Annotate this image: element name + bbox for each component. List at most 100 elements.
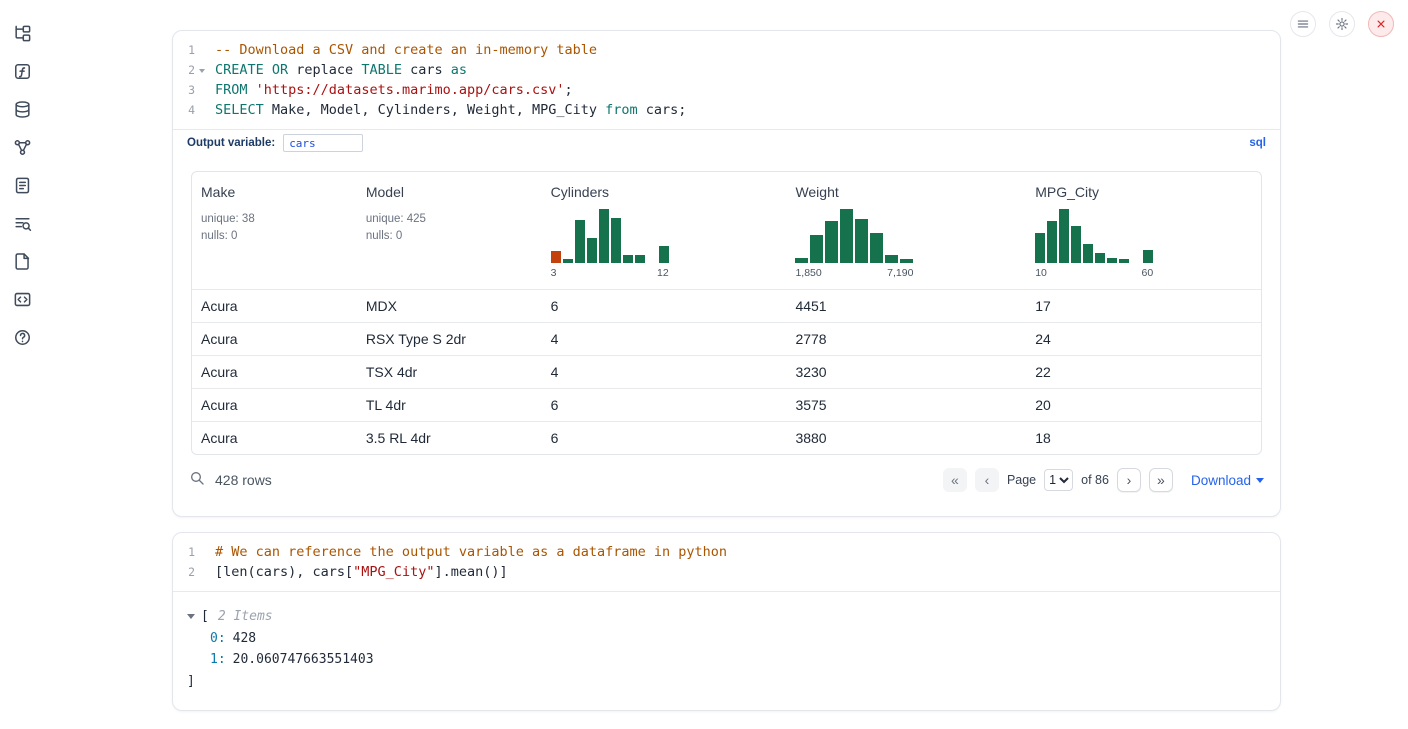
gear-icon	[1335, 17, 1349, 31]
column-header-cylinders[interactable]: Cylinders 3 12	[542, 184, 787, 279]
histogram-bar	[855, 219, 868, 263]
weight-histogram[interactable]	[795, 209, 913, 263]
tree-entry: 1:20.060747663551403	[187, 649, 1266, 671]
database-icon[interactable]	[11, 98, 33, 120]
line-number: 3	[188, 83, 195, 97]
python-cell: 1 # We can reference the output variable…	[172, 532, 1281, 711]
dependency-graph-icon[interactable]	[11, 136, 33, 158]
axis-min: 3	[551, 267, 557, 279]
menu-button[interactable]	[1290, 11, 1316, 37]
page-total: of 86	[1081, 473, 1109, 487]
search-icon[interactable]	[189, 470, 205, 491]
function-icon[interactable]	[11, 60, 33, 82]
axis-max: 7,190	[887, 267, 913, 279]
code-segment: ;	[565, 82, 573, 98]
histogram-bar	[795, 258, 808, 263]
code-line: 1 -- Download a CSV and create an in-mem…	[173, 40, 1280, 60]
column-header-model[interactable]: Model unique: 425 nulls: 0	[357, 184, 542, 279]
prev-page-button[interactable]: ‹	[975, 468, 999, 492]
first-page-button[interactable]: «	[943, 468, 967, 492]
histogram-bar	[1095, 253, 1105, 263]
page-select[interactable]: 1	[1044, 469, 1073, 491]
collapse-chevron-icon[interactable]	[187, 614, 195, 619]
help-icon[interactable]	[11, 326, 33, 348]
sql-code-editor[interactable]: 1 -- Download a CSV and create an in-mem…	[173, 31, 1280, 129]
histogram-bar	[1059, 209, 1069, 263]
settings-button[interactable]	[1329, 11, 1355, 37]
axis-max: 60	[1142, 267, 1154, 279]
nulls-stat: nulls: 0	[366, 228, 542, 245]
code-segment: -- Download a CSV and create an in-memor…	[215, 42, 597, 58]
code-segment: CREATE OR	[215, 62, 288, 78]
line-number: 2	[188, 63, 195, 77]
histogram-bar	[840, 209, 853, 263]
code-segment: Make, Model, Cylinders, Weight, MPG_City	[264, 102, 605, 118]
histogram-bar	[599, 209, 609, 263]
table-row[interactable]: Acura TSX 4dr 4 3230 22	[192, 355, 1261, 388]
column-header-mpg-city[interactable]: MPG_City 10 60	[1026, 184, 1261, 279]
items-count-label: 2 Items	[218, 606, 273, 628]
histogram-bar	[659, 246, 669, 263]
axis-min: 10	[1035, 267, 1047, 279]
document-icon[interactable]	[11, 250, 33, 272]
result-table: Make unique: 38 nulls: 0 Model unique: 4…	[191, 171, 1262, 455]
cylinders-histogram[interactable]	[551, 209, 669, 263]
snippets-icon[interactable]	[11, 288, 33, 310]
table-row[interactable]: Acura 3.5 RL 4dr 6 3880 18	[192, 421, 1261, 454]
code-segment: cars	[402, 62, 451, 78]
last-page-button[interactable]: »	[1149, 468, 1173, 492]
output-variable-label: Output variable:	[187, 137, 275, 149]
logs-icon[interactable]	[11, 174, 33, 196]
table-row[interactable]: Acura TL 4dr 6 3575 20	[192, 388, 1261, 421]
code-line: 3 FROM 'https://datasets.marimo.app/cars…	[173, 80, 1280, 100]
unique-stat: unique: 425	[366, 211, 542, 228]
axis-min: 1,850	[795, 267, 821, 279]
histogram-bar	[623, 255, 633, 263]
code-segment: cars;	[638, 102, 687, 118]
code-segment: as	[451, 62, 467, 78]
code-segment: FROM	[215, 82, 248, 98]
histogram-bar	[1107, 258, 1117, 263]
entry-value: 428	[233, 631, 256, 646]
entry-value: 20.060747663551403	[233, 652, 374, 667]
code-line: 2 CREATE OR replace TABLE cars as	[173, 60, 1280, 80]
file-tree-icon[interactable]	[11, 22, 33, 44]
output-variable-input[interactable]	[283, 134, 363, 152]
tree-root: [ 2 Items	[187, 606, 1266, 628]
row-count: 428 rows	[215, 472, 272, 488]
histogram-bar	[611, 218, 621, 263]
shutdown-button[interactable]	[1368, 11, 1394, 37]
fold-chevron-icon[interactable]	[199, 69, 205, 73]
download-button[interactable]: Download	[1191, 473, 1264, 488]
chevron-down-icon	[1256, 478, 1264, 483]
trace-search-icon[interactable]	[11, 212, 33, 234]
code-segment: ].mean()]	[434, 564, 507, 580]
histogram-bar	[551, 251, 561, 263]
python-output-tree: [ 2 Items 0:428 1:20.060747663551403 ]	[173, 592, 1280, 710]
next-page-button[interactable]: ›	[1117, 468, 1141, 492]
x-icon	[1374, 17, 1388, 31]
histogram-bar	[587, 238, 597, 263]
python-code-editor[interactable]: 1 # We can reference the output variable…	[173, 533, 1280, 591]
histogram-bar	[1119, 259, 1129, 263]
tree-entry: 0:428	[187, 628, 1266, 650]
code-segment: from	[605, 102, 638, 118]
code-segment: TABLE	[361, 62, 402, 78]
code-segment: "MPG_City"	[353, 564, 434, 580]
line-number: 4	[188, 103, 195, 117]
code-segment: # We can reference the output variable a…	[215, 544, 727, 560]
column-header-make[interactable]: Make unique: 38 nulls: 0	[192, 184, 357, 279]
mpg-city-histogram[interactable]	[1035, 209, 1153, 263]
pagination: « ‹ Page 1 of 86 › »	[943, 468, 1173, 492]
histogram-bar	[870, 233, 883, 263]
histogram-bar	[1143, 250, 1153, 264]
page-label: Page	[1007, 473, 1036, 487]
language-badge[interactable]: sql	[1249, 137, 1266, 149]
nulls-stat: nulls: 0	[201, 228, 357, 245]
table-row[interactable]: Acura MDX 6 4451 17	[192, 289, 1261, 322]
histogram-bar	[635, 255, 645, 263]
table-row[interactable]: Acura RSX Type S 2dr 4 2778 24	[192, 322, 1261, 355]
code-line: 2 [len(cars), cars["MPG_City"].mean()]	[173, 562, 1280, 582]
table-header: Make unique: 38 nulls: 0 Model unique: 4…	[192, 172, 1261, 289]
column-header-weight[interactable]: Weight 1,850 7,190	[786, 184, 1026, 279]
